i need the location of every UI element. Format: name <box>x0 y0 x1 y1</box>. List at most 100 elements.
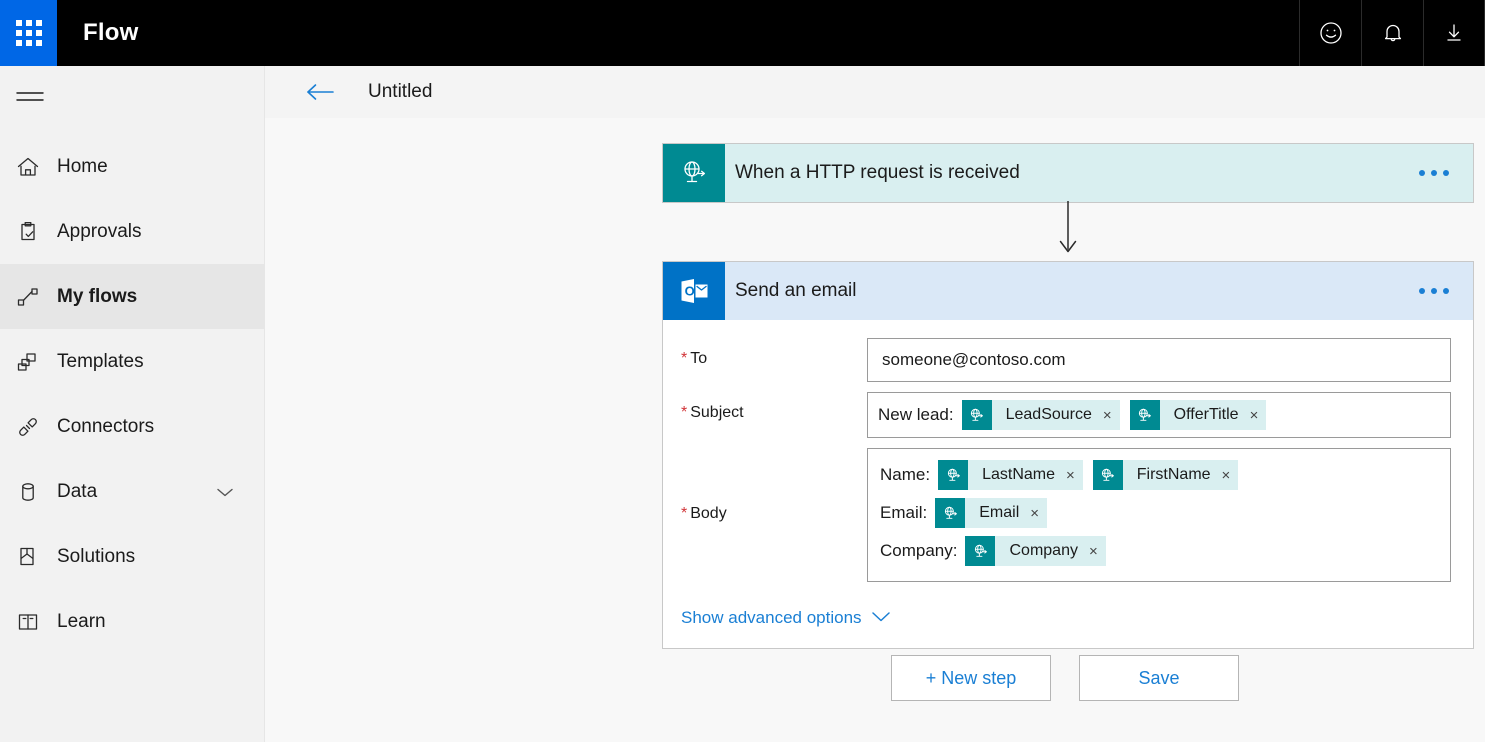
body-line: Email: <box>880 497 1438 529</box>
action-card-body: *To someone@contoso.com *Subject New lea… <box>663 320 1473 648</box>
top-navigation-bar: Flow <box>0 0 1485 66</box>
field-body-label: *Body <box>681 448 867 523</box>
token-remove-icon[interactable]: × <box>1066 468 1075 483</box>
sidebar-item-label: My flows <box>57 286 137 308</box>
dynamic-token[interactable]: OfferTitle × <box>1130 400 1267 430</box>
http-request-icon <box>1130 400 1160 430</box>
token-remove-icon[interactable]: × <box>1222 468 1231 483</box>
dynamic-token[interactable]: LastName × <box>938 460 1083 490</box>
database-icon <box>15 479 57 505</box>
http-request-icon <box>965 536 995 566</box>
http-request-icon <box>1093 460 1123 490</box>
token-label: FirstName <box>1137 466 1211 484</box>
token-body: Email × <box>965 498 1047 528</box>
bell-notifications-icon <box>1381 20 1405 46</box>
sidebar-item-label: Solutions <box>57 546 135 568</box>
svg-text:O: O <box>685 283 695 298</box>
http-request-icon <box>935 498 965 528</box>
new-step-button[interactable]: + New step <box>891 655 1051 701</box>
designer-footer-buttons: + New step Save <box>891 655 1239 701</box>
templates-icon <box>15 349 57 375</box>
sidebar-item-home[interactable]: Home <box>0 134 264 199</box>
field-subject: *Subject New lead: <box>681 392 1451 438</box>
field-label-text: Subject <box>690 404 743 421</box>
sidebar-item-learn[interactable]: Learn <box>0 589 264 654</box>
sidebar-item-data[interactable]: Data <box>0 459 264 524</box>
sidebar-item-label: Learn <box>57 611 106 633</box>
sidebar-item-connectors[interactable]: Connectors <box>0 394 264 459</box>
body-line-text: Email: <box>880 503 927 523</box>
required-asterisk: * <box>681 404 687 421</box>
connector-arrow <box>662 203 1474 261</box>
notifications-button[interactable] <box>1361 0 1423 66</box>
http-request-icon <box>938 460 968 490</box>
download-icon <box>1442 20 1466 46</box>
clipboard-check-icon <box>15 219 57 245</box>
sidebar-item-my-flows[interactable]: My flows <box>0 264 264 329</box>
subject-prefix-text: New lead: <box>878 405 954 425</box>
http-request-icon <box>663 144 725 202</box>
sidebar-item-label: Data <box>57 481 97 503</box>
dynamic-token[interactable]: Email × <box>935 498 1047 528</box>
sidebar-item-label: Home <box>57 156 108 178</box>
flow-designer-app: Flow <box>0 0 1485 742</box>
sidebar-item-label: Connectors <box>57 416 154 438</box>
app-launcher-icon[interactable] <box>0 0 57 66</box>
show-advanced-options-link[interactable]: Show advanced options <box>681 592 1451 648</box>
dynamic-token[interactable]: LeadSource × <box>962 400 1120 430</box>
action-card[interactable]: O Send an email *To <box>662 261 1474 649</box>
download-button[interactable] <box>1423 0 1485 66</box>
token-label: LastName <box>982 466 1055 484</box>
field-label-text: Body <box>690 505 726 522</box>
token-remove-icon[interactable]: × <box>1030 506 1039 521</box>
flow-steps-column: When a HTTP request is received <box>662 143 1474 649</box>
sidebar-item-label: Templates <box>57 351 144 373</box>
required-asterisk: * <box>681 350 687 367</box>
down-arrow-icon <box>1055 201 1081 264</box>
chevron-down-icon[interactable] <box>216 486 234 498</box>
subject-input[interactable]: New lead: Lead <box>867 392 1451 438</box>
show-advanced-options-label: Show advanced options <box>681 608 862 628</box>
token-remove-icon[interactable]: × <box>1103 408 1112 423</box>
action-card-header[interactable]: O Send an email <box>663 262 1473 320</box>
token-body: OfferTitle × <box>1160 400 1267 430</box>
sidebar-item-templates[interactable]: Templates <box>0 329 264 394</box>
action-card-title: Send an email <box>735 280 856 302</box>
token-body: LeadSource × <box>992 400 1120 430</box>
trigger-card[interactable]: When a HTTP request is received <box>662 143 1474 203</box>
body-line: Company: <box>880 535 1438 567</box>
token-remove-icon[interactable]: × <box>1250 408 1259 423</box>
sidebar-item-label: Approvals <box>57 221 142 243</box>
ellipsis-icon[interactable] <box>1419 288 1449 294</box>
ellipsis-icon[interactable] <box>1419 170 1449 176</box>
sidebar-item-solutions[interactable]: Solutions <box>0 524 264 589</box>
sidebar-item-approvals[interactable]: Approvals <box>0 199 264 264</box>
smiley-feedback-icon <box>1318 20 1344 46</box>
solutions-icon <box>15 544 57 570</box>
field-to-label: *To <box>681 338 867 368</box>
dynamic-token[interactable]: FirstName × <box>1093 460 1239 490</box>
token-body: Company × <box>995 536 1105 566</box>
token-label: OfferTitle <box>1174 406 1239 424</box>
body-input[interactable]: Name: <box>867 448 1451 582</box>
body-line: Name: <box>880 459 1438 491</box>
app-brand-title: Flow <box>83 19 138 47</box>
command-bar: Untitled <box>265 66 1485 118</box>
save-button[interactable]: Save <box>1079 655 1239 701</box>
token-remove-icon[interactable]: × <box>1089 544 1098 559</box>
waffle-grid <box>16 20 42 46</box>
hamburger-menu-icon[interactable] <box>0 66 264 128</box>
back-arrow-icon[interactable] <box>305 81 335 103</box>
designer-canvas: When a HTTP request is received <box>265 118 1485 742</box>
dynamic-token[interactable]: Company × <box>965 536 1105 566</box>
http-request-icon <box>962 400 992 430</box>
feedback-button[interactable] <box>1299 0 1361 66</box>
token-body: FirstName × <box>1123 460 1239 490</box>
page-title: Untitled <box>368 81 432 103</box>
to-input[interactable]: someone@contoso.com <box>867 338 1451 382</box>
body-line-text: Name: <box>880 465 930 485</box>
left-sidebar: Home Approvals <box>0 66 265 742</box>
required-asterisk: * <box>681 505 687 522</box>
field-label-text: To <box>690 350 707 367</box>
trigger-card-header[interactable]: When a HTTP request is received <box>663 144 1473 202</box>
